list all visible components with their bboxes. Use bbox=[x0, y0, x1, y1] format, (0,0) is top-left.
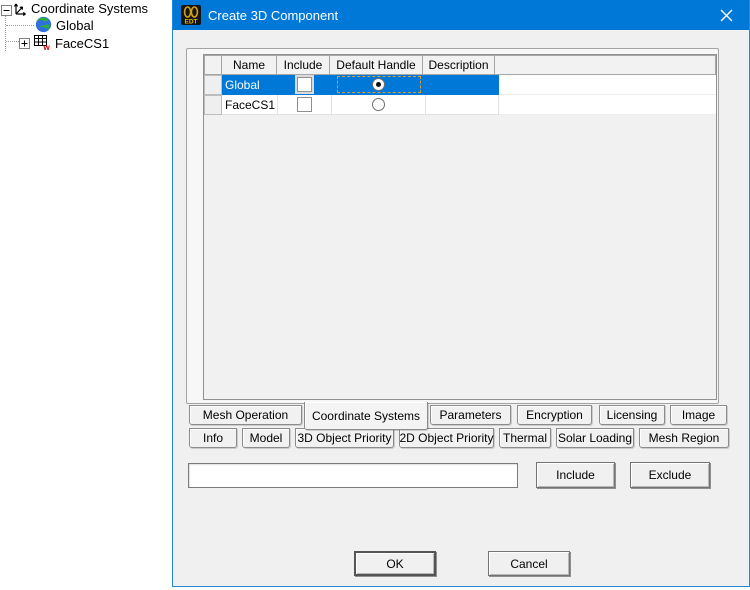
cell-default-handle-global bbox=[332, 75, 426, 95]
dialog-titlebar: EDT Create 3D Component bbox=[173, 0, 749, 30]
create-3d-component-dialog: EDT Create 3D Component Name Include Def… bbox=[172, 0, 750, 587]
tree-item-coordinate-systems[interactable]: Coordinate Systems bbox=[31, 1, 148, 16]
cell-include-facecs1 bbox=[278, 95, 332, 115]
tab-model[interactable]: Model bbox=[242, 428, 290, 448]
filter-input[interactable] bbox=[188, 463, 518, 488]
ok-button[interactable]: OK bbox=[354, 551, 436, 576]
include-checkbox-global[interactable] bbox=[297, 77, 312, 92]
cell-name-facecs1[interactable]: FaceCS1 bbox=[222, 95, 278, 115]
cell-filler bbox=[499, 75, 716, 95]
tree-connector-global bbox=[6, 25, 34, 26]
header-default-handle: Default Handle bbox=[329, 55, 423, 75]
header-name: Name bbox=[221, 55, 277, 75]
header-row-selector bbox=[204, 55, 222, 75]
grid-header-row: Name Include Default Handle Description bbox=[204, 55, 716, 75]
default-handle-radio-facecs1[interactable] bbox=[372, 98, 385, 111]
tab-encryption[interactable]: Encryption bbox=[517, 405, 592, 425]
header-description: Description bbox=[422, 55, 495, 75]
include-button[interactable]: Include bbox=[536, 462, 615, 488]
tab-solar-loading[interactable]: Solar Loading bbox=[556, 428, 634, 448]
include-checkbox-facecs1[interactable] bbox=[297, 97, 312, 112]
dialog-title: Create 3D Component bbox=[208, 7, 339, 23]
header-filler bbox=[494, 55, 716, 75]
cell-description-global[interactable] bbox=[426, 75, 499, 95]
coordinate-systems-grid: Name Include Default Handle Description … bbox=[203, 54, 717, 400]
collapse-expander-icon[interactable] bbox=[1, 3, 12, 21]
tab-info[interactable]: Info bbox=[189, 428, 237, 448]
tab-mesh-operation[interactable]: Mesh Operation bbox=[189, 405, 302, 425]
tab-mesh-region[interactable]: Mesh Region bbox=[639, 428, 729, 448]
table-row-global[interactable]: Global bbox=[204, 75, 716, 95]
cell-include-global bbox=[278, 75, 332, 95]
table-row-facecs1[interactable]: FaceCS1 bbox=[204, 95, 716, 115]
tree-item-global[interactable]: Global bbox=[56, 18, 94, 33]
coordinate-axes-icon bbox=[12, 1, 28, 22]
focus-ring bbox=[336, 76, 421, 93]
close-icon[interactable] bbox=[704, 0, 749, 30]
tab-2d-object-priority[interactable]: 2D Object Priority bbox=[399, 428, 494, 448]
default-handle-radio-global[interactable] bbox=[372, 78, 385, 91]
cell-filler bbox=[499, 95, 716, 115]
tree-item-facecs1[interactable]: FaceCS1 bbox=[55, 36, 109, 51]
tab-coordinate-systems[interactable]: Coordinate Systems bbox=[304, 402, 428, 430]
edt-app-icon: EDT bbox=[181, 5, 201, 25]
svg-text:w: w bbox=[43, 43, 51, 51]
project-tree: Coordinate Systems Global w FaceCS1 bbox=[0, 0, 172, 130]
cell-description-facecs1[interactable] bbox=[426, 95, 499, 115]
tree-connector-facecs1 bbox=[6, 41, 19, 42]
tab-parameters[interactable]: Parameters bbox=[430, 405, 511, 425]
cell-name-global[interactable]: Global bbox=[222, 75, 278, 95]
face-grid-icon: w bbox=[33, 33, 51, 56]
svg-text:EDT: EDT bbox=[185, 19, 198, 26]
tab-licensing[interactable]: Licensing bbox=[599, 405, 665, 425]
expand-expander-icon[interactable] bbox=[19, 36, 30, 54]
header-include: Include bbox=[276, 55, 330, 75]
tab-image[interactable]: Image bbox=[670, 405, 727, 425]
cancel-button[interactable]: Cancel bbox=[488, 551, 570, 576]
row-selector-global[interactable] bbox=[204, 75, 222, 95]
cell-default-handle-facecs1 bbox=[332, 95, 426, 115]
tab-thermal[interactable]: Thermal bbox=[499, 428, 551, 448]
exclude-button[interactable]: Exclude bbox=[630, 462, 710, 488]
tab-3d-object-priority[interactable]: 3D Object Priority bbox=[295, 428, 394, 448]
row-selector-facecs1[interactable] bbox=[204, 95, 222, 115]
